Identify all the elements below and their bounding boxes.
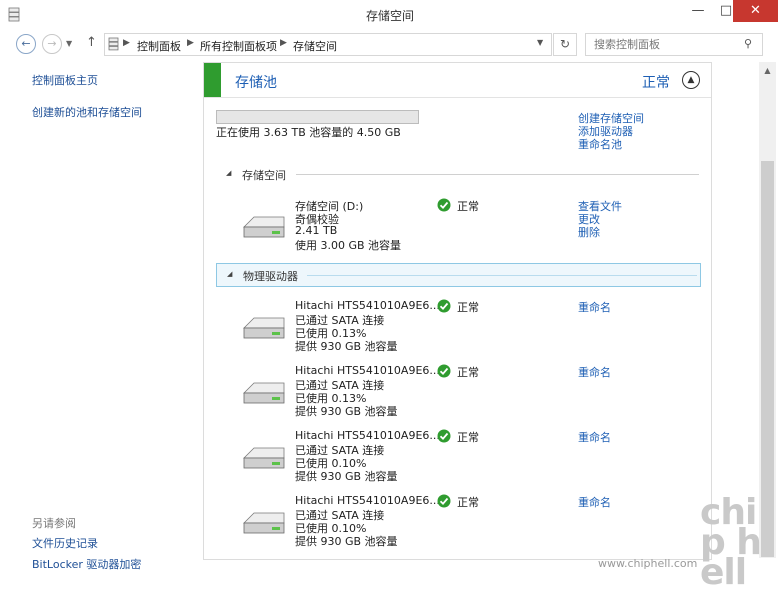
checkmark-ok-icon bbox=[437, 299, 451, 313]
rename-drive-link[interactable]: 重命名 bbox=[578, 429, 611, 445]
pool-status-accent bbox=[204, 63, 221, 97]
breadcrumb-all-items[interactable]: 所有控制面板项 bbox=[200, 38, 277, 54]
search-input[interactable] bbox=[592, 37, 736, 52]
breadcrumb-separator-icon[interactable]: ▶ bbox=[123, 38, 130, 48]
arrow-left-icon: ← bbox=[21, 37, 31, 50]
rename-drive-link[interactable]: 重命名 bbox=[578, 494, 611, 510]
drive-capacity: 提供 930 GB 池容量 bbox=[295, 405, 398, 418]
close-icon: ✕ bbox=[750, 3, 761, 18]
hard-drive-icon bbox=[243, 317, 285, 339]
recent-locations-button[interactable]: ▼ bbox=[66, 39, 72, 48]
maximize-icon: □ bbox=[719, 3, 733, 18]
arrow-up-icon: ↑ bbox=[86, 35, 97, 50]
drive-status: 正常 bbox=[457, 366, 479, 379]
drive-capacity: 提供 930 GB 池容量 bbox=[295, 470, 398, 483]
hard-drive-icon bbox=[243, 512, 285, 534]
pool-header: 存储池 正常 ▲ bbox=[204, 63, 711, 98]
watermark-logo: chip hell bbox=[700, 492, 762, 593]
physical-drive-item: Hitachi HTS541010A9E6... 已通过 SATA 连接 已使用… bbox=[204, 363, 711, 423]
forward-button[interactable]: → bbox=[42, 34, 62, 54]
up-button[interactable]: ↑ bbox=[86, 35, 97, 50]
rename-pool-link[interactable]: 重命名池 bbox=[578, 136, 622, 152]
physical-drives-section-title: 物理驱动器 bbox=[243, 270, 298, 283]
close-button[interactable]: ✕ bbox=[733, 0, 778, 22]
collapse-triangle-icon: ◢ bbox=[227, 270, 233, 278]
bitlocker-link[interactable]: BitLocker 驱动器加密 bbox=[32, 556, 141, 572]
watermark-url: www.chiphell.com bbox=[598, 557, 698, 570]
create-pool-link[interactable]: 创建新的池和存储空间 bbox=[32, 104, 142, 120]
checkmark-ok-icon bbox=[437, 494, 451, 508]
drive-model: Hitachi HTS541010A9E6... bbox=[295, 299, 440, 312]
minimize-icon: — bbox=[691, 3, 705, 18]
physical-drive-item: Hitachi HTS541010A9E6... 已通过 SATA 连接 已使用… bbox=[204, 428, 711, 488]
delete-space-link[interactable]: 删除 bbox=[578, 224, 600, 240]
drive-model: Hitachi HTS541010A9E6... bbox=[295, 494, 440, 507]
rename-drive-link[interactable]: 重命名 bbox=[578, 299, 611, 315]
breadcrumb-control-panel[interactable]: 控制面板 bbox=[137, 38, 181, 54]
space-pool-usage: 使用 3.00 GB 池容量 bbox=[295, 239, 402, 252]
drive-status: 正常 bbox=[457, 301, 479, 314]
scroll-up-button[interactable]: ▲ bbox=[759, 62, 776, 79]
physical-drive-item: Hitachi HTS541010A9E6... 已通过 SATA 连接 已使用… bbox=[204, 298, 711, 358]
section-divider bbox=[296, 174, 699, 175]
scroll-up-arrow-icon: ▲ bbox=[764, 66, 771, 75]
space-status: 正常 bbox=[457, 200, 479, 213]
pool-status: 正常 bbox=[642, 75, 670, 91]
title-bar: 存储空间 — □ ✕ bbox=[0, 0, 780, 31]
rename-drive-link[interactable]: 重命名 bbox=[578, 364, 611, 380]
breadcrumb-storage-spaces[interactable]: 存储空间 bbox=[293, 38, 337, 54]
drive-model: Hitachi HTS541010A9E6... bbox=[295, 429, 440, 442]
physical-drive-item: Hitachi HTS541010A9E6... 已通过 SATA 连接 已使用… bbox=[204, 493, 711, 553]
space-capacity: 2.41 TB bbox=[295, 224, 338, 237]
drive-status: 正常 bbox=[457, 431, 479, 444]
breadcrumb-separator-icon[interactable]: ▶ bbox=[280, 38, 287, 48]
collapse-triangle-icon: ◢ bbox=[226, 169, 232, 177]
control-panel-icon bbox=[108, 37, 119, 51]
pool-usage-bar bbox=[216, 110, 419, 124]
checkmark-ok-icon bbox=[437, 198, 451, 212]
search-icon[interactable]: ⚲ bbox=[744, 37, 752, 50]
storage-spaces-section-title: 存储空间 bbox=[242, 169, 286, 182]
chevron-up-icon: ▲ bbox=[687, 75, 695, 85]
hard-drive-icon bbox=[243, 216, 285, 238]
refresh-icon: ↻ bbox=[559, 37, 571, 51]
window-title: 存储空间 bbox=[365, 9, 414, 23]
vertical-scrollbar[interactable]: ▲ bbox=[759, 62, 776, 558]
hard-drive-icon bbox=[243, 447, 285, 469]
file-history-link[interactable]: 文件历史记录 bbox=[32, 535, 98, 551]
breadcrumb-separator-icon[interactable]: ▶ bbox=[187, 38, 194, 48]
pool-usage-text: 正在使用 3.63 TB 池容量的 4.50 GB bbox=[216, 126, 401, 139]
physical-drives-section-header[interactable]: ◢ 物理驱动器 bbox=[216, 263, 701, 287]
arrow-right-icon: → bbox=[47, 37, 57, 50]
drive-status: 正常 bbox=[457, 496, 479, 509]
address-bar[interactable]: ▶ 控制面板 ▶ 所有控制面板项 ▶ 存储空间 ▼ bbox=[104, 33, 552, 56]
drive-capacity: 提供 930 GB 池容量 bbox=[295, 535, 398, 548]
control-panel-home-link[interactable]: 控制面板主页 bbox=[32, 72, 98, 88]
storage-pool-panel: 存储池 正常 ▲ 正在使用 3.63 TB 池容量的 4.50 GB 创建存储空… bbox=[203, 62, 712, 560]
navigation-bar: ← → ▼ ↑ ▶ 控制面板 ▶ 所有控制面板项 ▶ 存储空间 ▼ ↻ ⚲ bbox=[0, 30, 780, 58]
pool-title: 存储池 bbox=[235, 75, 277, 91]
drive-model: Hitachi HTS541010A9E6... bbox=[295, 364, 440, 377]
back-button[interactable]: ← bbox=[16, 34, 36, 54]
address-dropdown-icon[interactable]: ▼ bbox=[537, 38, 543, 47]
storage-spaces-section-header[interactable]: ◢ 存储空间 bbox=[216, 163, 699, 185]
collapse-pool-button[interactable]: ▲ bbox=[682, 71, 700, 89]
see-also-label: 另请参阅 bbox=[32, 517, 76, 530]
refresh-button[interactable]: ↻ bbox=[553, 33, 577, 56]
checkmark-ok-icon bbox=[437, 429, 451, 443]
drive-capacity: 提供 930 GB 池容量 bbox=[295, 340, 398, 353]
minimize-button[interactable]: — bbox=[684, 0, 712, 22]
checkmark-ok-icon bbox=[437, 364, 451, 378]
chevron-down-icon: ▼ bbox=[66, 39, 73, 48]
hard-drive-icon bbox=[243, 382, 285, 404]
search-box: ⚲ bbox=[585, 33, 763, 56]
section-divider bbox=[307, 275, 697, 276]
storage-space-item: 存储空间 (D:) 奇偶校验 2.41 TB 使用 3.00 GB 池容量 正常… bbox=[204, 197, 711, 257]
